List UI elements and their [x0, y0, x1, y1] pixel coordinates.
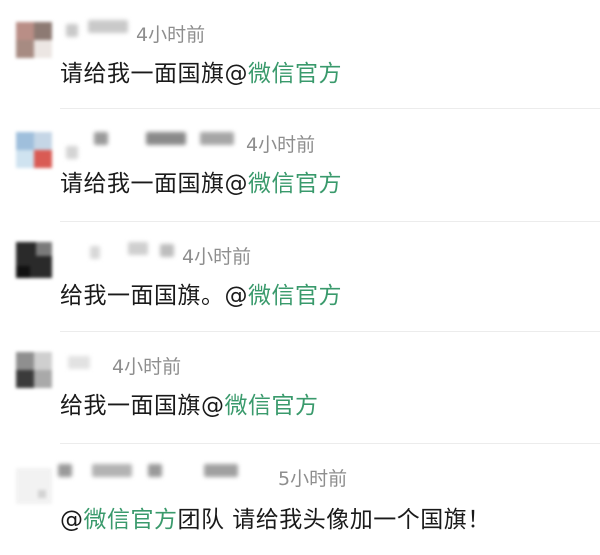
comment-body: 给我一面国旗	[60, 393, 201, 419]
comment-item: 4小时前 请给我一面国旗@微信官方	[0, 110, 600, 222]
mention-link[interactable]: 微信官方	[248, 283, 342, 309]
divider	[60, 108, 600, 109]
timestamp: 4小时前	[136, 24, 206, 46]
comment-item: 4小时前 给我一面国旗。@微信官方	[0, 222, 600, 332]
comment-text: @微信官方团队 请给我头像加一个国旗！	[60, 506, 491, 534]
mention-link[interactable]: 微信官方	[248, 171, 342, 197]
username-redacted	[128, 242, 148, 255]
avatar[interactable]	[16, 22, 52, 58]
mention-at-sign: @	[60, 507, 84, 533]
avatar[interactable]	[16, 132, 52, 168]
username-redacted	[66, 24, 78, 37]
comment-item: 4小时前 请给我一面国旗@微信官方	[0, 0, 600, 110]
username-redacted	[94, 132, 108, 145]
comment-text: 请给我一面国旗@微信官方	[60, 60, 342, 88]
timestamp: 5小时前	[278, 468, 348, 490]
comment-body-suffix: 团队 请给我头像加一个国旗！	[177, 507, 491, 533]
username-redacted	[88, 20, 128, 33]
username-redacted	[66, 146, 78, 159]
avatar[interactable]	[16, 352, 52, 388]
comment-text: 给我一面国旗。@微信官方	[60, 282, 342, 310]
username-redacted	[58, 464, 72, 477]
avatar[interactable]	[16, 242, 52, 278]
comment-text: 请给我一面国旗@微信官方	[60, 170, 342, 198]
comment-body: 请给我一面国旗	[60, 171, 225, 197]
username-redacted	[200, 132, 234, 145]
mention-link[interactable]: 微信官方	[225, 393, 319, 419]
mention-link[interactable]: 微信官方	[248, 61, 342, 87]
avatar[interactable]	[16, 468, 52, 504]
mention-at-sign: @	[224, 171, 248, 197]
comment-text: 给我一面国旗@微信官方	[60, 392, 319, 420]
comment-item: 4小时前 给我一面国旗@微信官方	[0, 332, 600, 444]
username-redacted	[204, 464, 238, 477]
timestamp: 4小时前	[112, 356, 182, 378]
mention-link[interactable]: 微信官方	[84, 507, 178, 533]
comment-item: 5小时前 @微信官方团队 请给我头像加一个国旗！	[0, 444, 600, 555]
timestamp: 4小时前	[182, 246, 252, 268]
comment-body: 请给我一面国旗	[60, 61, 225, 87]
mention-at-sign: @	[224, 61, 248, 87]
mention-at-sign: @	[224, 283, 248, 309]
username-redacted	[68, 356, 90, 369]
comment-body: 给我一面国旗。	[60, 283, 225, 309]
mention-at-sign: @	[201, 393, 225, 419]
username-redacted	[146, 132, 186, 145]
username-redacted	[90, 246, 100, 259]
username-redacted	[148, 464, 162, 477]
timestamp: 4小时前	[246, 134, 316, 156]
username-redacted	[92, 464, 132, 477]
comment-feed: 4小时前 请给我一面国旗@微信官方 4小时前 请给我一面国旗@微信官方 4小时前…	[0, 0, 600, 555]
username-redacted	[160, 244, 174, 257]
